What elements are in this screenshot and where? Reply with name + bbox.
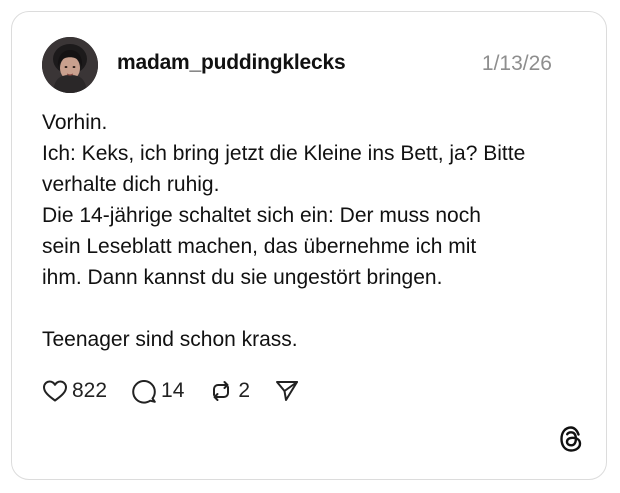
avatar[interactable] bbox=[42, 37, 98, 93]
heart-icon bbox=[42, 379, 68, 403]
post-card: madam_puddingklecks 1/13/26 Vorhin. Ich:… bbox=[11, 11, 607, 480]
post-text-line: ihm. Dann kannst du sie ungestört bringe… bbox=[42, 266, 443, 289]
repost-button[interactable]: 2 bbox=[208, 378, 250, 404]
post-text: Vorhin. Ich: Keks, ich bring jetzt die K… bbox=[42, 107, 562, 355]
action-bar: 822 14 2 bbox=[42, 375, 324, 407]
username[interactable]: madam_puddingklecks bbox=[117, 51, 346, 75]
post-text-line: Vorhin. bbox=[42, 111, 108, 134]
reply-count: 14 bbox=[161, 379, 185, 402]
post-text-line: Die 14-jährige schaltet sich ein: Der mu… bbox=[42, 204, 481, 227]
reply-button[interactable]: 14 bbox=[131, 378, 184, 404]
post-text-line: sein Leseblatt machen, das übernehme ich… bbox=[42, 235, 477, 258]
threads-logo-icon[interactable] bbox=[558, 425, 584, 453]
share-button[interactable] bbox=[274, 379, 300, 403]
post-date: 1/13/26 bbox=[481, 52, 552, 75]
post-text-line: Teenager sind schon krass. bbox=[42, 328, 298, 351]
speech-bubble-icon bbox=[131, 378, 157, 404]
repost-icon bbox=[208, 378, 234, 404]
like-button[interactable]: 822 bbox=[42, 379, 107, 403]
like-count: 822 bbox=[72, 379, 108, 402]
repost-count: 2 bbox=[238, 379, 251, 402]
post-text-line: Ich: Keks, ich bring jetzt die Kleine in… bbox=[42, 142, 526, 165]
post-text-line: verhalte dich ruhig. bbox=[42, 173, 220, 196]
send-icon bbox=[274, 379, 300, 403]
